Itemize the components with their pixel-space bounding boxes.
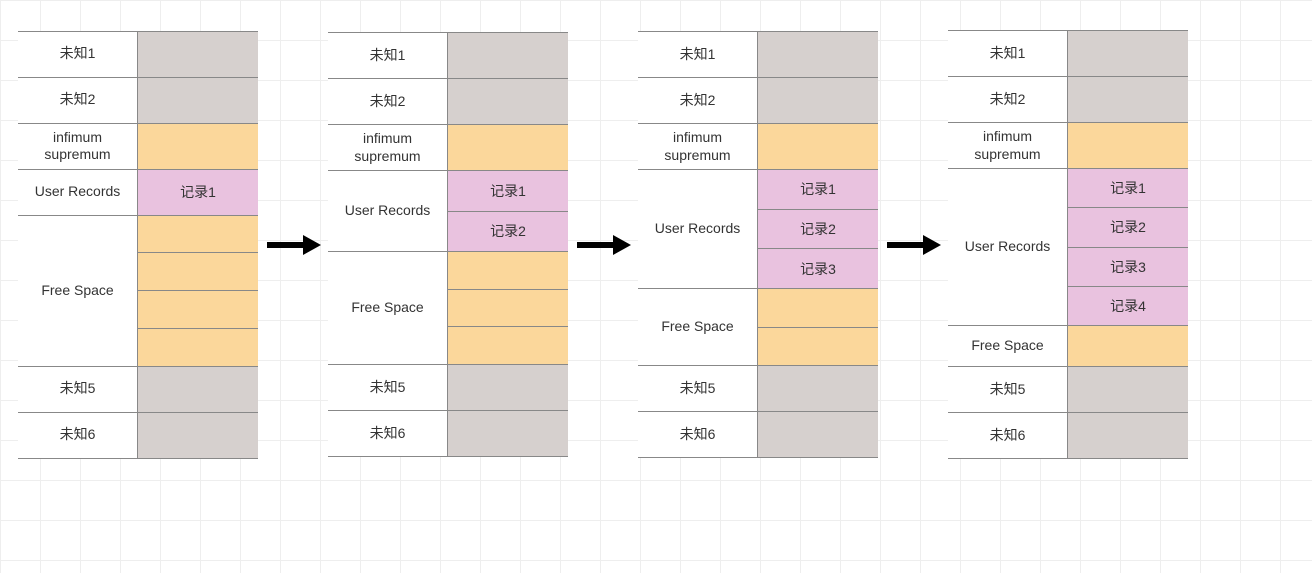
- row-free-space: Free Space: [948, 326, 1188, 367]
- label-infimum-supremum: infimum supremum: [328, 125, 448, 170]
- row-unknown6: 未知6: [18, 413, 258, 459]
- cell-unknown2: [448, 79, 568, 124]
- cell-unknown5: [448, 365, 568, 410]
- label-infimum-supremum: infimum supremum: [948, 123, 1068, 168]
- label-unknown5: 未知5: [18, 367, 138, 412]
- cell-infimum-supremum: [1068, 123, 1188, 168]
- cell-free: [1068, 326, 1188, 366]
- label-unknown6: 未知6: [638, 412, 758, 457]
- cell-infimum-supremum: [138, 124, 258, 169]
- label-unknown5: 未知5: [638, 366, 758, 411]
- row-user-records: User Records 记录1: [18, 170, 258, 216]
- cell-unknown1: [758, 32, 878, 77]
- cell-unknown6: [448, 411, 568, 456]
- cell-record-1: 记录1: [138, 170, 258, 215]
- label-unknown2: 未知2: [328, 79, 448, 124]
- cell-unknown5: [1068, 367, 1188, 412]
- label-user-records: User Records: [948, 169, 1068, 325]
- cell-record-1: 记录1: [448, 171, 568, 212]
- label-unknown6: 未知6: [948, 413, 1068, 458]
- label-unknown2: 未知2: [638, 78, 758, 123]
- row-free-space: Free Space: [328, 252, 568, 365]
- label-unknown1: 未知1: [948, 31, 1068, 76]
- label-user-records: User Records: [638, 170, 758, 288]
- label-unknown5: 未知5: [948, 367, 1068, 412]
- cell-record-2: 记录2: [1068, 208, 1188, 247]
- row-user-records: User Records 记录1 记录2 记录3: [638, 170, 878, 289]
- cell-free: [138, 291, 258, 329]
- row-infimum-supremum: infimum supremum: [18, 124, 258, 170]
- cell-unknown6: [1068, 413, 1188, 458]
- cell-unknown6: [758, 412, 878, 457]
- page-stage-3: 未知1 未知2 infimum supremum User Records 记录…: [638, 31, 878, 458]
- cell-unknown5: [138, 367, 258, 412]
- row-free-space: Free Space: [18, 216, 258, 367]
- label-unknown6: 未知6: [328, 411, 448, 456]
- cell-free: [448, 290, 568, 328]
- label-free-space: Free Space: [638, 289, 758, 365]
- label-unknown6: 未知6: [18, 413, 138, 458]
- label-infimum-supremum: infimum supremum: [18, 124, 138, 169]
- label-free-space: Free Space: [328, 252, 448, 364]
- cell-unknown2: [758, 78, 878, 123]
- label-unknown1: 未知1: [18, 32, 138, 77]
- row-unknown2: 未知2: [18, 78, 258, 124]
- cell-infimum-supremum: [758, 124, 878, 169]
- cell-record-2: 记录2: [758, 210, 878, 250]
- label-infimum-supremum: infimum supremum: [638, 124, 758, 169]
- cell-free: [758, 289, 878, 328]
- cell-unknown1: [1068, 31, 1188, 76]
- arrow-icon: [258, 234, 328, 256]
- cell-record-4: 记录4: [1068, 287, 1188, 325]
- cell-record-1: 记录1: [758, 170, 878, 210]
- row-unknown5: 未知5: [18, 367, 258, 413]
- label-user-records: User Records: [18, 170, 138, 215]
- cell-unknown1: [448, 33, 568, 78]
- cell-free: [758, 328, 878, 366]
- cell-free: [138, 329, 258, 366]
- cell-record-3: 记录3: [758, 249, 878, 288]
- page-stage-4: 未知1 未知2 infimum supremum User Records 记录…: [948, 30, 1188, 459]
- row-free-space: Free Space: [638, 289, 878, 366]
- label-unknown2: 未知2: [948, 77, 1068, 122]
- cell-free: [138, 253, 258, 291]
- label-free-space: Free Space: [18, 216, 138, 366]
- cell-unknown2: [1068, 77, 1188, 122]
- arrow-icon: [878, 234, 948, 256]
- label-unknown1: 未知1: [328, 33, 448, 78]
- label-unknown2: 未知2: [18, 78, 138, 123]
- cell-free: [448, 252, 568, 290]
- row-unknown1: 未知1: [18, 32, 258, 78]
- cell-free: [138, 216, 258, 254]
- cell-record-3: 记录3: [1068, 248, 1188, 287]
- cell-record-2: 记录2: [448, 212, 568, 252]
- page-stage-2: 未知1 未知2 infimum supremum User Records 记录…: [328, 32, 568, 457]
- label-unknown5: 未知5: [328, 365, 448, 410]
- label-user-records: User Records: [328, 171, 448, 251]
- cell-free: [448, 327, 568, 364]
- cell-record-1: 记录1: [1068, 169, 1188, 208]
- arrow-icon: [568, 234, 638, 256]
- cell-infimum-supremum: [448, 125, 568, 170]
- cell-unknown5: [758, 366, 878, 411]
- label-unknown1: 未知1: [638, 32, 758, 77]
- page-stage-1: 未知1 未知2 infimum supremum User Records 记录…: [18, 31, 258, 459]
- cell-unknown6: [138, 413, 258, 458]
- row-user-records: User Records 记录1 记录2: [328, 171, 568, 252]
- label-free-space: Free Space: [948, 326, 1068, 366]
- cell-unknown2: [138, 78, 258, 123]
- cell-unknown1: [138, 32, 258, 77]
- row-user-records: User Records 记录1 记录2 记录3 记录4: [948, 169, 1188, 326]
